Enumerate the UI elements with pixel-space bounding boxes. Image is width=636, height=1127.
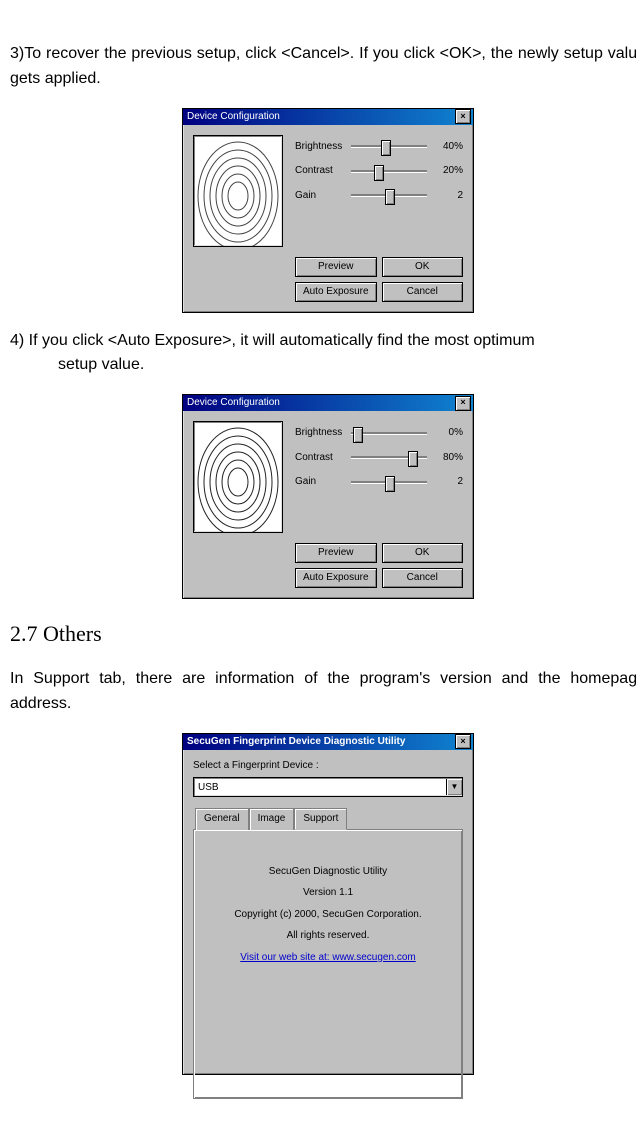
section-heading-others: 2.7 Others <box>10 617 636 651</box>
preview-button[interactable]: Preview <box>295 543 377 563</box>
gain-row: Gain 2 <box>295 474 463 490</box>
tab-general[interactable]: General <box>195 808 249 830</box>
titlebar: SecuGen Fingerprint Device Diagnostic Ut… <box>183 734 473 750</box>
window-title: Device Configuration <box>187 395 455 411</box>
contrast-row: Contrast 80% <box>295 450 463 466</box>
ok-button[interactable]: OK <box>382 543 464 563</box>
preview-button[interactable]: Preview <box>295 257 377 277</box>
gain-slider[interactable] <box>351 188 427 202</box>
diagnostic-dialog: SecuGen Fingerprint Device Diagnostic Ut… <box>182 733 474 1075</box>
device-select[interactable]: USB ▼ <box>193 777 463 797</box>
gain-row: Gain 2 <box>295 188 463 204</box>
auto-exposure-button[interactable]: Auto Exposure <box>295 282 377 302</box>
brightness-value: 0% <box>433 425 463 441</box>
tab-support[interactable]: Support <box>294 808 347 830</box>
select-device-label: Select a Fingerprint Device : <box>193 758 463 774</box>
gain-value: 2 <box>433 188 463 204</box>
gain-label: Gain <box>295 474 345 490</box>
titlebar: Device Configuration × <box>183 395 473 411</box>
fingerprint-preview <box>193 135 283 247</box>
ok-button[interactable]: OK <box>382 257 464 277</box>
contrast-value: 20% <box>433 163 463 179</box>
tab-strip: General Image Support <box>193 807 463 829</box>
paragraph-step4-line2: setup value. <box>10 353 636 378</box>
gain-slider[interactable] <box>351 475 427 489</box>
titlebar: Device Configuration × <box>183 109 473 125</box>
figure-diagnostic-utility: SecuGen Fingerprint Device Diagnostic Ut… <box>10 733 636 1075</box>
brightness-value: 40% <box>433 139 463 155</box>
support-copyright: Copyright (c) 2000, SecuGen Corporation. <box>204 907 452 923</box>
device-select-value: USB <box>194 780 446 796</box>
figure-device-config-2: Device Configuration × Bri <box>10 394 636 599</box>
contrast-value: 80% <box>433 450 463 466</box>
contrast-slider[interactable] <box>351 164 427 178</box>
paragraph-step3: 3)To recover the previous setup, click <… <box>10 42 636 92</box>
support-rights: All rights reserved. <box>204 928 452 944</box>
support-product-name: SecuGen Diagnostic Utility <box>204 864 452 880</box>
chevron-down-icon[interactable]: ▼ <box>446 779 462 795</box>
support-tab-pane: SecuGen Diagnostic Utility Version 1.1 C… <box>193 829 463 1099</box>
contrast-label: Contrast <box>295 163 345 179</box>
gain-value: 2 <box>433 474 463 490</box>
cancel-button[interactable]: Cancel <box>382 568 464 588</box>
figure-device-config-1: Device Configuration × Bri <box>10 108 636 313</box>
close-icon[interactable]: × <box>455 734 471 749</box>
device-config-dialog: Device Configuration × Bri <box>182 394 474 599</box>
device-config-dialog: Device Configuration × Bri <box>182 108 474 313</box>
paragraph-others: In Support tab, there are information of… <box>10 667 636 717</box>
fingerprint-preview <box>193 421 283 533</box>
contrast-slider[interactable] <box>351 450 427 464</box>
auto-exposure-button[interactable]: Auto Exposure <box>295 568 377 588</box>
gain-label: Gain <box>295 188 345 204</box>
contrast-label: Contrast <box>295 450 345 466</box>
contrast-row: Contrast 20% <box>295 163 463 179</box>
cancel-button[interactable]: Cancel <box>382 282 464 302</box>
brightness-slider[interactable] <box>351 139 427 153</box>
brightness-slider[interactable] <box>351 426 427 440</box>
paragraph-step4-line1: 4) If you click <Auto Exposure>, it will… <box>10 329 636 354</box>
close-icon[interactable]: × <box>455 396 471 411</box>
brightness-label: Brightness <box>295 425 345 441</box>
brightness-row: Brightness 40% <box>295 139 463 155</box>
window-title: SecuGen Fingerprint Device Diagnostic Ut… <box>187 734 455 750</box>
window-title: Device Configuration <box>187 109 455 125</box>
support-version: Version 1.1 <box>204 885 452 901</box>
tab-image[interactable]: Image <box>249 808 295 830</box>
brightness-row: Brightness 0% <box>295 425 463 441</box>
close-icon[interactable]: × <box>455 109 471 124</box>
support-website-link[interactable]: Visit our web site at: www.secugen.com <box>240 952 415 963</box>
brightness-label: Brightness <box>295 139 345 155</box>
